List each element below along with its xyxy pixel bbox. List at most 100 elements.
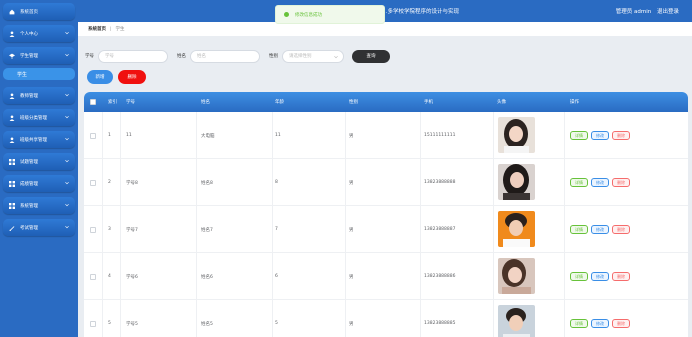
sidebar-item-profile[interactable]: 个人中心 [3, 25, 75, 42]
name-input[interactable]: 姓名 [190, 49, 260, 63]
table-row: 5 学号5 姓名5 5 男 13823888885 详情 修改 删除 [84, 300, 688, 337]
sidebar-item-exams[interactable]: 考试管理 [3, 219, 75, 236]
sidebar-item-teachers[interactable]: 教师管理 [3, 87, 75, 104]
search-form: 学号 学号 姓名 姓名 性别 请选择性别 查询 [85, 49, 390, 63]
cell-age: 6 [275, 274, 278, 279]
table-row: 1 11 大电脑 11 男 15111111111 详情 修改 删除 [84, 112, 688, 159]
toast-message: 修改信息成功 [295, 12, 322, 18]
table-row: 3 学号7 姓名7 7 男 13823888887 详情 修改 删除 [84, 206, 688, 253]
sidebar-item-label: 考试管理 [20, 225, 38, 231]
student-icon [9, 53, 15, 59]
sidebar-item-questions[interactable]: 试题管理 [3, 153, 75, 170]
avatar [498, 258, 535, 294]
sidebar-item-label: 学生管理 [20, 53, 38, 59]
sidebar: 系统首页 个人中心 学生管理 学生 教师管理 班级分类管理 班级共享管理 试题管… [0, 0, 78, 337]
avatar [498, 117, 535, 153]
cell-name: 姓名7 [201, 228, 213, 233]
cell-gender: 男 [349, 228, 354, 233]
cell-gender: 男 [349, 275, 354, 280]
select-all-checkbox[interactable] [90, 99, 96, 105]
name-label: 姓名 [177, 54, 186, 59]
column-header-avatar[interactable]: 头像 [497, 99, 506, 105]
column-header-age[interactable]: 年龄 [275, 99, 284, 105]
edit-button[interactable]: 修改 [591, 272, 609, 281]
cell-student-no: 学号6 [126, 275, 138, 280]
column-header-name[interactable]: 姓名 [201, 99, 210, 105]
sidebar-item-label: 成绩管理 [20, 181, 38, 187]
cell-phone: 15111111111 [424, 133, 456, 138]
sidebar-item-students[interactable]: 学生管理 [3, 47, 75, 64]
detail-button[interactable]: 详情 [570, 272, 588, 281]
edit-button[interactable]: 修改 [591, 178, 609, 187]
class-icon [9, 114, 15, 121]
delete-button[interactable]: 删除 [612, 319, 630, 328]
delete-button[interactable]: 删除 [612, 272, 630, 281]
chevron-down-icon [65, 181, 69, 185]
delete-button[interactable]: 删除 [612, 225, 630, 234]
batch-delete-button[interactable]: 删除 [118, 70, 146, 84]
breadcrumb-home[interactable]: 系统首页 [88, 26, 106, 32]
edit-button[interactable]: 修改 [591, 225, 609, 234]
row-checkbox[interactable] [90, 180, 96, 186]
column-header-student-no[interactable]: 学号 [126, 99, 135, 105]
row-checkbox[interactable] [90, 321, 96, 327]
cell-phone: 13823888887 [424, 227, 456, 232]
breadcrumb-separator: | [110, 26, 112, 32]
detail-button[interactable]: 详情 [570, 225, 588, 234]
sidebar-item-class-share[interactable]: 班级共享管理 [3, 131, 75, 148]
admin-label: 管理员 admin [615, 9, 652, 15]
avatar [498, 164, 535, 200]
grid-icon [9, 180, 15, 187]
add-button[interactable]: 新增 [87, 70, 113, 84]
sidebar-subitem-student[interactable]: 学生 [3, 68, 75, 80]
chevron-down-icon [334, 55, 338, 58]
cell-gender: 男 [349, 134, 354, 139]
sidebar-item-home[interactable]: 系统首页 [3, 3, 75, 20]
cell-age: 5 [275, 321, 278, 326]
edit-button[interactable]: 修改 [591, 319, 609, 328]
column-header-phone[interactable]: 手机 [424, 99, 433, 105]
teacher-icon [9, 92, 15, 99]
share-icon [9, 136, 15, 143]
sidebar-item-scores[interactable]: 成绩管理 [3, 175, 75, 192]
cell-name: 姓名5 [201, 322, 213, 327]
cell-phone: 13823888885 [424, 321, 456, 326]
logout-link[interactable]: 退出登录 [657, 9, 679, 15]
cell-name: 姓名6 [201, 275, 213, 280]
student-no-input[interactable]: 学号 [98, 49, 168, 63]
cell-student-no: 学号7 [126, 228, 138, 233]
chevron-down-icon [65, 203, 69, 207]
detail-button[interactable]: 详情 [570, 178, 588, 187]
grid-icon [9, 202, 15, 209]
cell-index: 4 [108, 274, 111, 279]
delete-button[interactable]: 删除 [612, 178, 630, 187]
column-header-gender[interactable]: 性别 [349, 99, 358, 105]
chevron-down-icon [65, 93, 69, 97]
check-circle-icon [284, 12, 289, 17]
chevron-down-icon [65, 225, 69, 229]
sidebar-item-class-category[interactable]: 班级分类管理 [3, 109, 75, 126]
gender-select[interactable]: 请选择性别 [282, 49, 344, 63]
cell-name: 姓名8 [201, 181, 213, 186]
delete-button[interactable]: 删除 [612, 131, 630, 140]
row-checkbox[interactable] [90, 227, 96, 233]
chevron-down-icon [65, 137, 69, 141]
sidebar-item-label: 班级共享管理 [20, 137, 47, 143]
admin-info: 管理员 admin 退出登录 [612, 7, 679, 15]
sidebar-item-label: 个人中心 [20, 31, 38, 37]
cell-index: 1 [108, 133, 111, 138]
row-checkbox[interactable] [90, 274, 96, 280]
sidebar-item-label: 教师管理 [20, 93, 38, 99]
cell-phone: 13823888888 [424, 180, 456, 185]
detail-button[interactable]: 详情 [570, 319, 588, 328]
student-table: 索引 学号 姓名 年龄 性别 手机 头像 操作 1 11 大电脑 11 男 15… [84, 92, 688, 337]
row-checkbox[interactable] [90, 133, 96, 139]
edit-button[interactable]: 修改 [591, 131, 609, 140]
breadcrumb-current: 学生 [115, 27, 125, 32]
cell-phone: 13823888886 [424, 274, 456, 279]
sidebar-item-system[interactable]: 系统管理 [3, 197, 75, 214]
detail-button[interactable]: 详情 [570, 131, 588, 140]
avatar [498, 211, 535, 247]
grid-icon [9, 158, 15, 165]
query-button[interactable]: 查询 [352, 49, 390, 63]
